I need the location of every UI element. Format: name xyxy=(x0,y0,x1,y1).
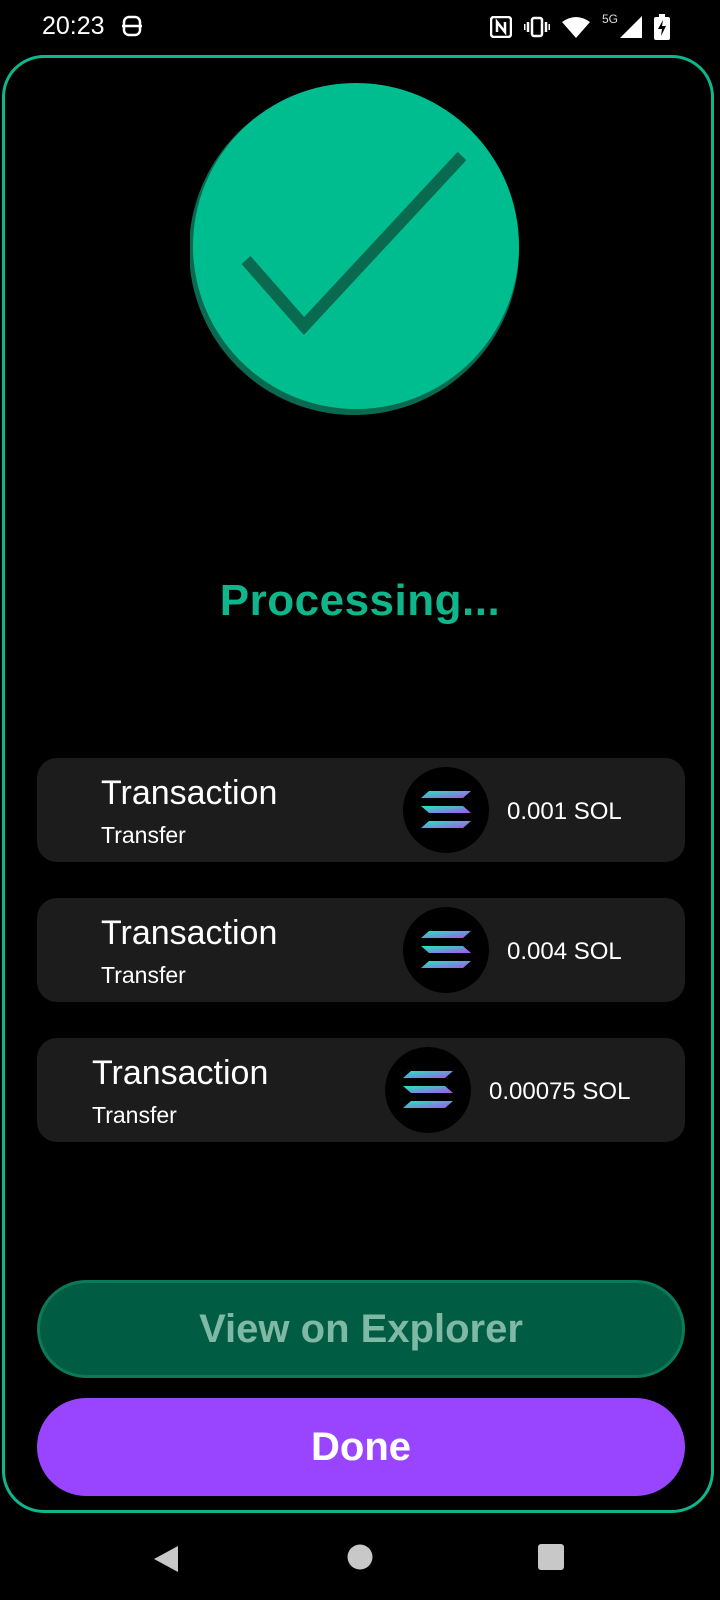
view-on-explorer-button[interactable]: View on Explorer xyxy=(37,1280,685,1378)
solana-logo-icon xyxy=(403,767,489,853)
transaction-card[interactable]: Transaction Transfer 0.001 SOL xyxy=(37,758,685,862)
transaction-title: Transaction xyxy=(101,914,278,952)
transaction-type: Transfer xyxy=(101,822,186,848)
solana-logo-icon xyxy=(385,1047,471,1133)
network-label: 5G xyxy=(601,12,618,26)
transaction-type: Transfer xyxy=(101,962,186,988)
home-icon[interactable] xyxy=(347,1544,373,1575)
status-icons: 5G xyxy=(489,12,670,42)
solana-logo-icon xyxy=(403,907,489,993)
s-app-icon xyxy=(122,13,142,39)
nfc-icon xyxy=(489,16,512,38)
done-button[interactable]: Done xyxy=(37,1398,685,1496)
back-icon[interactable] xyxy=(152,1544,180,1579)
transaction-amount: 0.001 SOL xyxy=(507,798,622,825)
transaction-title: Transaction xyxy=(92,1054,269,1092)
status-time: 20:23 xyxy=(42,12,105,40)
status-text: Processing... xyxy=(219,576,501,625)
transaction-title: Transaction xyxy=(101,774,278,812)
battery-charging-icon xyxy=(654,14,670,40)
navigation-bar xyxy=(0,1520,720,1600)
cellular-icon xyxy=(620,16,642,38)
transaction-amount: 0.004 SOL xyxy=(507,938,622,965)
transaction-amount: 0.00075 SOL xyxy=(489,1078,631,1105)
recents-icon[interactable] xyxy=(538,1544,564,1575)
checkmark-icon xyxy=(189,82,530,422)
transaction-card[interactable]: Transaction Transfer 0.00075 SOL xyxy=(37,1038,685,1142)
transaction-card[interactable]: Transaction Transfer 0.004 SOL xyxy=(37,898,685,1002)
vibrate-icon xyxy=(523,16,550,38)
transaction-type: Transfer xyxy=(92,1102,177,1128)
status-bar: 20:23 5G xyxy=(0,0,720,54)
wifi-icon xyxy=(561,16,590,38)
